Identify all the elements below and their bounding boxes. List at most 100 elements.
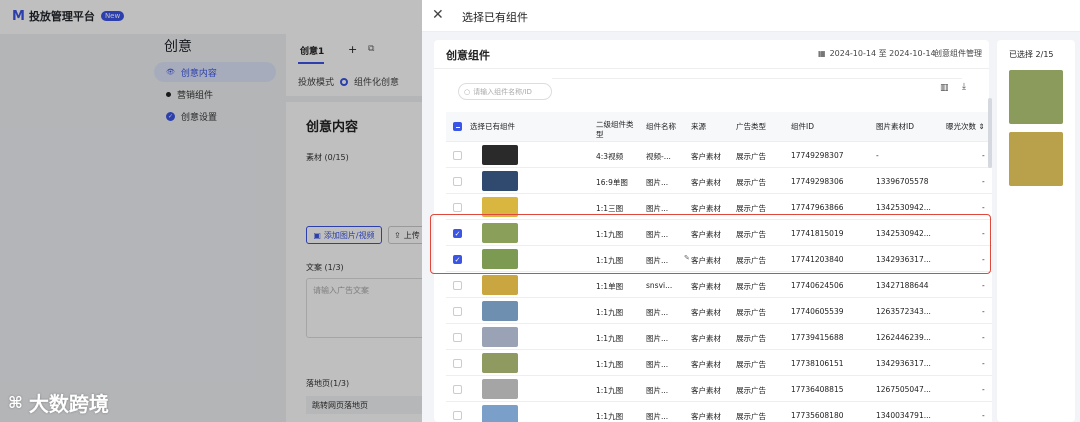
watermark-logo-icon: ⌘: [8, 393, 23, 412]
cell-name: snsvi...: [646, 281, 673, 290]
cell-img-id: 13427188644: [876, 281, 929, 290]
component-thumbnail: [482, 145, 518, 165]
table-row[interactable]: 4:3视频 视频-... 客户素材 展示广告 17749298307 - -: [446, 142, 992, 168]
modal-overlay[interactable]: [0, 0, 422, 422]
drawer-title: 选择已有组件: [462, 11, 528, 24]
cell-id: 17749298307: [791, 151, 844, 160]
table-row[interactable]: 1:1九图 图片... 客户素材 展示广告 17736408815 1267505047.…: [446, 376, 992, 402]
cell-type: 1:1九图: [596, 360, 624, 369]
search-placeholder: 请输入组件名称/ID: [473, 87, 532, 96]
table-row[interactable]: 1:1九图 图片... 客户素材 展示广告 17740605539 1263572343.…: [446, 298, 992, 324]
cell-type: 4:3视频: [596, 152, 624, 161]
search-icon: ○: [464, 87, 471, 96]
cell-id: 17740624506: [791, 281, 844, 290]
cell-img-id: 1342936317...: [876, 359, 931, 368]
search-input[interactable]: ○ 请输入组件名称/ID: [458, 83, 552, 100]
cell-name: 图片...: [646, 412, 669, 421]
cell-type: 1:1单图: [596, 282, 624, 291]
selected-rows-highlight: [430, 214, 991, 274]
cell-img-id: 1342530942...: [876, 203, 931, 212]
sortable-col-header[interactable]: 曝光次数 ⇕: [946, 122, 985, 132]
row-checkbox[interactable]: [453, 333, 462, 342]
cell-id: 17735608180: [791, 411, 844, 420]
component-thumbnail: [482, 379, 518, 399]
table-row[interactable]: 1:1九图 图片... 客户素材 展示广告 17738106151 1342936317.…: [446, 350, 992, 376]
col-header: 二级组件类型: [596, 120, 634, 139]
divider: [552, 78, 962, 79]
watermark-text: 大数跨境: [28, 392, 109, 416]
col-header: 选择已有组件: [470, 122, 515, 131]
date-range-picker[interactable]: ▦ 2024-10-14 至 2024-10-14: [818, 48, 936, 59]
cell-name: 图片...: [646, 204, 669, 213]
panel-title: 创意组件: [446, 49, 490, 62]
cell-ad-type: 展示广告: [736, 334, 766, 343]
date-range-text: 2024-10-14 至 2024-10-14: [829, 49, 936, 58]
calendar-icon: ▦: [818, 49, 826, 58]
cell-name: 视频-...: [646, 152, 671, 161]
row-checkbox[interactable]: [453, 151, 462, 160]
select-all-checkbox[interactable]: [453, 122, 462, 131]
cell-ad-type: 展示广告: [736, 178, 766, 187]
cell-exposure: -: [982, 359, 985, 368]
table-row[interactable]: 1:1九图 图片... 客户素材 展示广告 17739415688 1262446239.…: [446, 324, 992, 350]
selected-panel: 已选择 2/15: [997, 40, 1075, 422]
row-checkbox[interactable]: [453, 411, 462, 420]
selected-count: 已选择 2/15: [1009, 50, 1054, 59]
cell-name: 图片...: [646, 360, 669, 369]
col-header: 来源: [691, 122, 706, 131]
cell-exposure: -: [982, 151, 985, 160]
cell-ad-type: 展示广告: [736, 412, 766, 421]
cell-ad-type: 展示广告: [736, 282, 766, 291]
cell-name: 图片...: [646, 334, 669, 343]
row-checkbox[interactable]: [453, 385, 462, 394]
col-header: 广告类型: [736, 122, 766, 131]
cell-exposure: -: [982, 177, 985, 186]
component-drawer: ✕ 选择已有组件 创意组件 ▦ 2024-10-14 至 2024-10-14 …: [422, 0, 1080, 422]
cell-img-id: 1340034791...: [876, 411, 931, 420]
row-checkbox[interactable]: [453, 281, 462, 290]
cell-ad-type: 展示广告: [736, 386, 766, 395]
cell-exposure: -: [982, 307, 985, 316]
close-icon[interactable]: ✕: [432, 7, 444, 23]
cell-img-id: 1263572343...: [876, 307, 931, 316]
cell-type: 1:1九图: [596, 412, 624, 421]
table-header: 选择已有组件 二级组件类型 组件名称 来源 广告类型 组件ID 图片素材ID 曝…: [446, 112, 992, 142]
cell-source: 客户素材: [691, 360, 721, 369]
cell-id: 17749298306: [791, 177, 844, 186]
selected-thumbnail[interactable]: [1009, 132, 1063, 186]
col-header: 组件名称: [646, 122, 676, 131]
row-checkbox[interactable]: [453, 307, 462, 316]
cell-exposure: -: [982, 203, 985, 212]
divider: [434, 68, 989, 69]
cell-id: 17739415688: [791, 333, 844, 342]
col-header: 图片素材ID: [876, 122, 914, 131]
col-header: 组件ID: [791, 122, 814, 131]
download-icon[interactable]: ⤓: [962, 82, 966, 92]
row-checkbox[interactable]: [453, 203, 462, 212]
sort-icon: ⇕: [978, 122, 985, 131]
cell-source: 客户素材: [691, 152, 721, 161]
cell-name: 图片...: [646, 308, 669, 317]
cell-id: 17747963866: [791, 203, 844, 212]
component-thumbnail: [482, 301, 518, 321]
scrollbar[interactable]: [988, 98, 992, 168]
cell-img-id: 1262446239...: [876, 333, 931, 342]
table-row[interactable]: 1:1单图 snsvi... 客户素材 展示广告 17740624506 13427188…: [446, 272, 992, 298]
cell-id: 17736408815: [791, 385, 844, 394]
row-checkbox[interactable]: [453, 359, 462, 368]
cell-ad-type: 展示广告: [736, 152, 766, 161]
col-header-label: 曝光次数: [946, 122, 976, 131]
cell-source: 客户素材: [691, 204, 721, 213]
component-manage-link[interactable]: 创意组件管理: [934, 48, 982, 59]
cell-type: 1:1九图: [596, 308, 624, 317]
cell-source: 客户素材: [691, 308, 721, 317]
cell-img-id: 1267505047...: [876, 385, 931, 394]
selected-thumbnail[interactable]: [1009, 70, 1063, 124]
cell-type: 1:1九图: [596, 386, 624, 395]
table-row[interactable]: 16:9单图 图片... 客户素材 展示广告 17749298306 1339670557…: [446, 168, 992, 194]
row-checkbox[interactable]: [453, 177, 462, 186]
cell-source: 客户素材: [691, 282, 721, 291]
columns-icon[interactable]: ▥: [940, 83, 949, 93]
cell-type: 1:1三图: [596, 204, 624, 213]
table-row[interactable]: 1:1九图 图片... 客户素材 展示广告 17735608180 1340034791.…: [446, 402, 992, 422]
